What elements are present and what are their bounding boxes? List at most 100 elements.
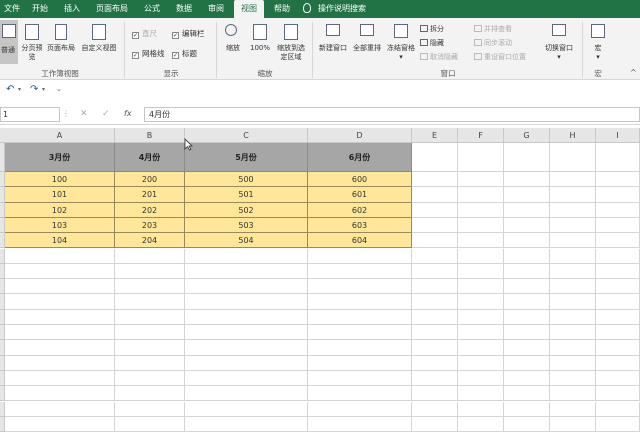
empty-cell[interactable] — [596, 217, 640, 234]
table-data-cell[interactable]: 200 — [115, 172, 185, 188]
empty-cell[interactable] — [504, 309, 550, 325]
formula-bar-checkbox[interactable]: ✓ 编辑栏 — [172, 28, 205, 39]
empty-cell[interactable] — [412, 340, 458, 356]
table-data-cell[interactable]: 100 — [5, 172, 115, 188]
empty-cell[interactable] — [504, 202, 550, 218]
column-header-h[interactable]: H — [550, 128, 596, 143]
empty-cell[interactable] — [550, 355, 596, 371]
table-data-cell[interactable]: 202 — [115, 202, 185, 218]
empty-cell[interactable] — [185, 386, 308, 402]
name-box[interactable]: 1 — [0, 107, 60, 122]
new-window-button[interactable]: 新建窗口 — [316, 20, 350, 64]
empty-cell[interactable] — [596, 401, 640, 417]
empty-cell[interactable] — [504, 370, 550, 387]
empty-cell[interactable] — [412, 401, 458, 417]
column-header-b[interactable]: B — [115, 128, 185, 143]
empty-cell[interactable] — [308, 279, 412, 295]
insert-function-icon[interactable]: fx — [124, 109, 132, 118]
column-header-i[interactable]: I — [596, 128, 640, 143]
empty-cell[interactable] — [504, 233, 550, 249]
empty-cell[interactable] — [115, 279, 185, 295]
empty-cell[interactable] — [550, 386, 596, 402]
split-button[interactable]: 拆分 — [420, 24, 444, 34]
view-side-by-side-button[interactable]: 并排查看 — [474, 24, 512, 34]
empty-cell[interactable] — [458, 248, 504, 264]
column-header-a[interactable]: A — [5, 128, 115, 143]
empty-cell[interactable] — [596, 340, 640, 356]
empty-cell[interactable] — [596, 172, 640, 188]
empty-cell[interactable] — [504, 263, 550, 280]
column-header-d[interactable]: D — [308, 128, 412, 143]
empty-cell[interactable] — [504, 340, 550, 356]
tab-home[interactable]: 开始 — [26, 0, 54, 18]
tab-file[interactable]: 文件 — [0, 0, 24, 18]
empty-cell[interactable] — [185, 294, 308, 310]
table-header-cell[interactable]: 6月份 — [308, 143, 412, 172]
empty-cell[interactable] — [412, 143, 458, 172]
empty-cell[interactable] — [5, 263, 115, 280]
table-data-cell[interactable]: 600 — [308, 172, 412, 188]
empty-cell[interactable] — [185, 279, 308, 295]
empty-cell[interactable] — [596, 386, 640, 402]
empty-cell[interactable] — [550, 416, 596, 433]
empty-cell[interactable] — [185, 263, 308, 280]
empty-cell[interactable] — [5, 279, 115, 295]
redo-icon[interactable]: ↷ — [30, 84, 38, 95]
headings-checkbox[interactable]: ✓ 标题 — [172, 48, 197, 59]
empty-cell[interactable] — [596, 325, 640, 341]
empty-cell[interactable] — [5, 248, 115, 264]
empty-cell[interactable] — [504, 248, 550, 264]
empty-cell[interactable] — [504, 217, 550, 234]
empty-cell[interactable] — [458, 263, 504, 280]
empty-cell[interactable] — [458, 416, 504, 433]
empty-cell[interactable] — [5, 370, 115, 387]
table-data-cell[interactable]: 104 — [5, 233, 115, 249]
column-header-g[interactable]: G — [504, 128, 550, 143]
empty-cell[interactable] — [115, 355, 185, 371]
empty-cell[interactable] — [5, 401, 115, 417]
empty-cell[interactable] — [308, 401, 412, 417]
empty-cell[interactable] — [412, 217, 458, 234]
empty-cell[interactable] — [308, 309, 412, 325]
table-header-cell[interactable]: 5月份 — [185, 143, 308, 172]
tab-data[interactable]: 数据 — [170, 0, 198, 18]
macros-button[interactable]: 宏 ▾ — [586, 20, 610, 64]
empty-cell[interactable] — [308, 370, 412, 387]
worksheet-grid[interactable]: 3月份 4月份 5月份 6月份 100 200 500 600 101 201 501 601 102 2… — [0, 143, 640, 434]
table-data-cell[interactable]: 504 — [185, 233, 308, 249]
empty-cell[interactable] — [550, 172, 596, 188]
empty-cell[interactable] — [550, 294, 596, 310]
table-data-cell[interactable]: 503 — [185, 217, 308, 234]
empty-cell[interactable] — [308, 340, 412, 356]
empty-cell[interactable] — [185, 370, 308, 387]
table-data-cell[interactable]: 604 — [308, 233, 412, 249]
empty-cell[interactable] — [550, 217, 596, 234]
empty-cell[interactable] — [458, 233, 504, 249]
table-header-cell[interactable]: 3月份 — [5, 143, 115, 172]
empty-cell[interactable] — [550, 143, 596, 172]
freeze-panes-button[interactable]: 冻结窗格 ▾ — [384, 20, 418, 64]
empty-cell[interactable] — [412, 386, 458, 402]
empty-cell[interactable] — [458, 143, 504, 172]
empty-cell[interactable] — [308, 386, 412, 402]
page-layout-view-button[interactable]: 页面布局 — [46, 20, 76, 64]
empty-cell[interactable] — [504, 325, 550, 341]
normal-view-button[interactable]: 普通 — [0, 20, 18, 64]
empty-cell[interactable] — [504, 401, 550, 417]
empty-cell[interactable] — [308, 355, 412, 371]
formula-input[interactable]: 4月份 — [144, 107, 640, 122]
empty-cell[interactable] — [115, 309, 185, 325]
empty-cell[interactable] — [5, 416, 115, 433]
tab-review[interactable]: 审阅 — [202, 0, 230, 18]
page-break-preview-button[interactable]: 分页预览 — [20, 20, 44, 64]
empty-cell[interactable] — [550, 263, 596, 280]
empty-cell[interactable] — [308, 263, 412, 280]
empty-cell[interactable] — [412, 370, 458, 387]
table-data-cell[interactable]: 601 — [308, 187, 412, 203]
empty-cell[interactable] — [115, 401, 185, 417]
switch-windows-button[interactable]: 切换窗口 ▾ — [540, 20, 578, 64]
tab-formulas[interactable]: 公式 — [138, 0, 166, 18]
empty-cell[interactable] — [550, 340, 596, 356]
empty-cell[interactable] — [412, 325, 458, 341]
empty-cell[interactable] — [550, 370, 596, 387]
